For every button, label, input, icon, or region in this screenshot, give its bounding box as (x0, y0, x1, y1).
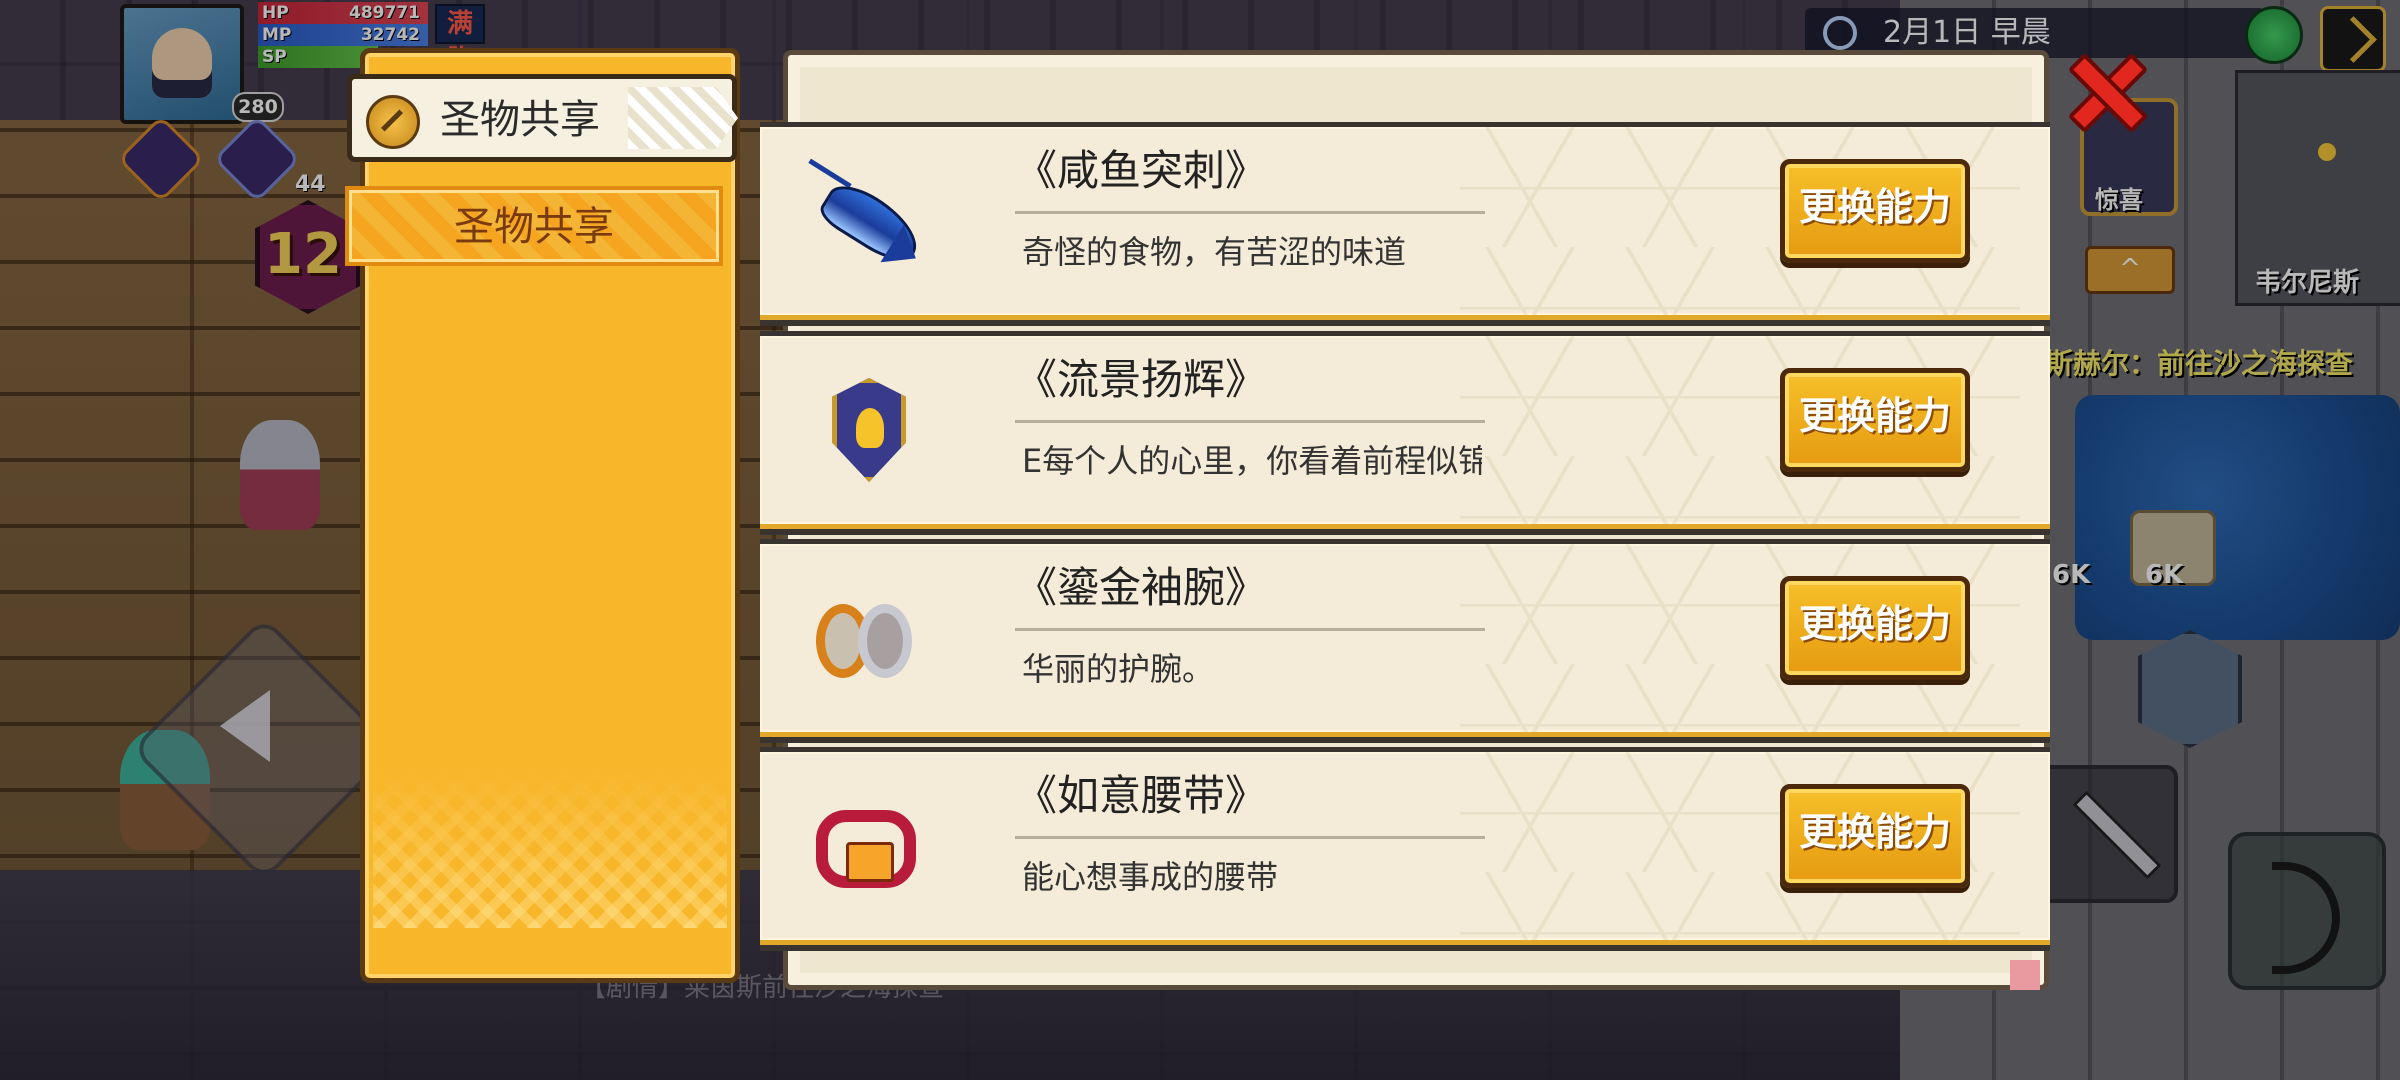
relic-card: 《流景扬辉》 E每个人的心里，你看着前程似锦，却看不到她的 更换能力 (760, 331, 2050, 529)
relic-description: E每个人的心里，你看着前程似锦，却看不到她的 (1022, 442, 1482, 480)
relic-name: 《流景扬辉》 (1015, 355, 1268, 404)
relic-card: 《咸鱼突刺》 奇怪的食物，有苦涩的味道 更换能力 (760, 122, 2050, 320)
divider (1015, 628, 1485, 631)
divider (1015, 420, 1485, 423)
close-icon[interactable] (2068, 52, 2138, 122)
sidebar-title: 圣物共享 (440, 97, 600, 143)
relic-name: 《鎏金袖腕》 (1015, 563, 1268, 612)
change-ability-button[interactable]: 更换能力 (1780, 159, 1970, 263)
bracer-icon (812, 582, 922, 692)
divider (1015, 836, 1485, 839)
sidebar-header: 圣物共享 (347, 74, 737, 162)
relic-card: 《如意腰带》 能心想事成的腰带 更换能力 (760, 747, 2050, 945)
relic-description: 华丽的护腕。 (1022, 650, 1215, 688)
coin-icon (366, 95, 420, 149)
relic-card: 《鎏金袖腕》 华丽的护腕。 更换能力 (760, 539, 2050, 737)
sidebar-pattern (373, 768, 727, 928)
tab-relic-share[interactable]: 圣物共享 (345, 186, 723, 266)
tab-label: 圣物共享 (454, 204, 614, 250)
belt-icon (812, 790, 922, 900)
relic-description: 能心想事成的腰带 (1022, 858, 1279, 896)
relic-name: 《如意腰带》 (1015, 771, 1268, 820)
change-ability-button[interactable]: 更换能力 (1780, 784, 1970, 888)
divider (1015, 211, 1485, 214)
change-ability-button[interactable]: 更换能力 (1780, 576, 1970, 680)
swordfish-icon (808, 158, 929, 278)
panel-corner (2010, 960, 2040, 990)
change-ability-button[interactable]: 更换能力 (1780, 368, 1970, 472)
relic-name: 《咸鱼突刺》 (1015, 146, 1268, 195)
relic-description: 奇怪的食物，有苦涩的味道 (1022, 233, 1407, 271)
crest-shield-icon (812, 374, 922, 484)
